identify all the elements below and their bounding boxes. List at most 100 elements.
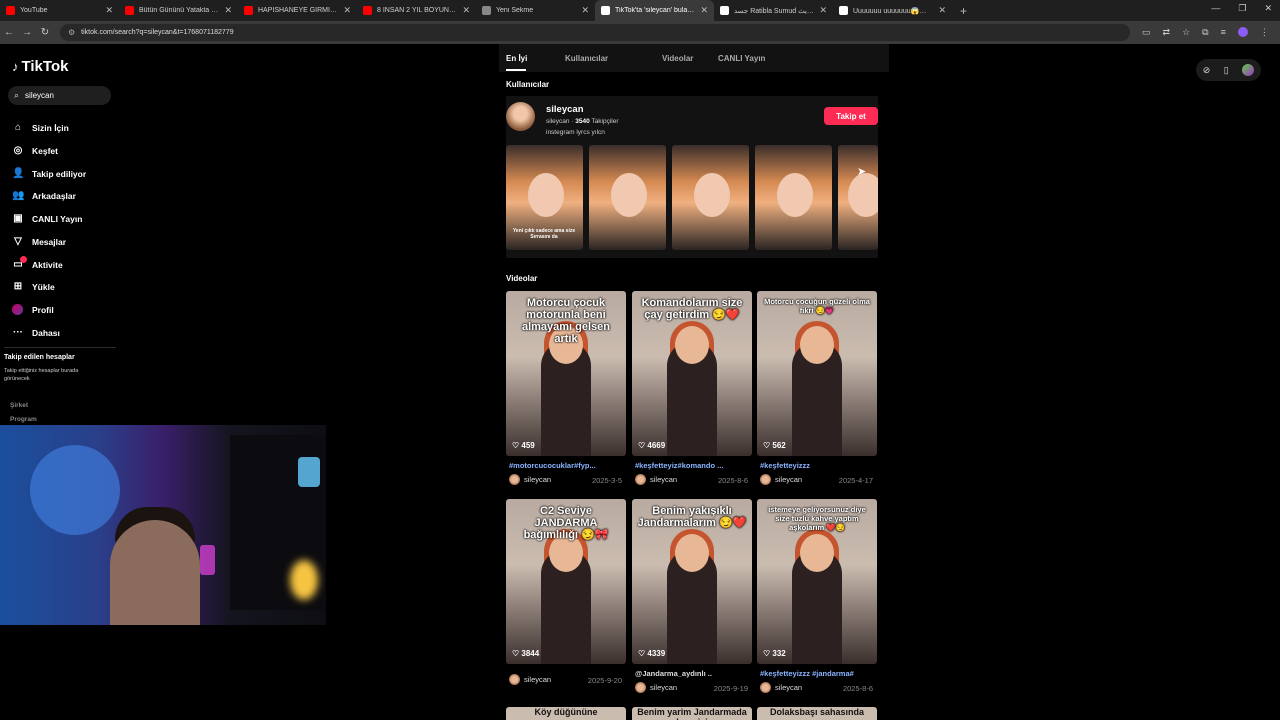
sidebar-item-profile[interactable]: Profil (12, 304, 54, 315)
forward-icon[interactable]: → (18, 27, 36, 38)
user-result-card[interactable]: sileycan sileycan · 3540 Takipçiler inst… (506, 96, 878, 258)
browser-tab[interactable]: YouTube ✕ (0, 0, 119, 21)
video-card[interactable]: Benim yakışıklı Jandarmalarım 😏❤️ ♡ 4339… (632, 499, 752, 693)
follow-button[interactable]: Takip et (824, 107, 878, 125)
video-thumbnail-partial[interactable]: Köy düğününe (506, 707, 626, 720)
followed-accounts-desc: Takip ettiğiniz hesaplar burada görünece… (4, 368, 79, 382)
tab-top[interactable]: En İyi (506, 54, 565, 63)
close-icon[interactable]: ✕ (343, 5, 351, 16)
video-caption: Benim yakışıklı Jandarmalarım 😏❤️ (637, 505, 747, 529)
author-name: sileycan (775, 475, 803, 484)
close-icon[interactable]: ✕ (462, 5, 470, 16)
sidebar-item-friends[interactable]: 👥 Arkadaşlar (12, 190, 76, 201)
sidebar-item-more[interactable]: ··· Dahası (12, 327, 60, 338)
user-name[interactable]: sileycan (546, 104, 584, 115)
minimize-icon[interactable]: — (1211, 3, 1220, 14)
user-handle: sileycan (546, 118, 570, 125)
sidebar-item-messages[interactable]: ▽ Mesajlar (12, 236, 66, 247)
footer-program-link[interactable]: Program (10, 416, 37, 423)
video-description[interactable]: #motorcucocuklar#fyp... (509, 461, 625, 470)
browser-tab[interactable]: Uuuuuuu uuuuuuu😱😭#10#yi... ✕ (833, 0, 952, 21)
close-icon[interactable]: ✕ (819, 5, 827, 16)
sidebar-item-home[interactable]: ⌂ Sizin İçin (12, 122, 69, 133)
video-description[interactable]: #keşfetteyizzz #jandarma# (760, 669, 876, 678)
thumb-caption: Yeni çıktı sadece ama size Sırrasını da (512, 228, 576, 240)
tab-label: Bütün Gününü Yatakta Geçiriy... (139, 7, 221, 14)
extension-avatar[interactable] (1242, 64, 1255, 76)
tab-favicon-icon (244, 6, 253, 15)
video-author[interactable]: sileycan (635, 474, 677, 485)
user-video-thumb[interactable] (672, 145, 749, 250)
video-card[interactable]: istemeye geliyorsunuz diye size tuzlu ka… (757, 499, 877, 693)
home-icon: ⌂ (14, 122, 22, 133)
video-card[interactable]: Motorcu çocuk motorunla beni almayamı ge… (506, 291, 626, 485)
search-input[interactable]: ⌕ sileycan (8, 86, 111, 105)
tab-live[interactable]: CANLI Yayın (718, 54, 798, 63)
video-author[interactable]: sileycan (760, 474, 802, 485)
browser-tab[interactable]: Bütün Gününü Yatakta Geçiriy...✕ (119, 0, 238, 21)
video-thumbnail[interactable]: Benim yakışıklı Jandarmalarım 😏❤️ ♡ 4339 (632, 499, 752, 664)
back-icon[interactable]: ← (0, 27, 18, 38)
video-author[interactable]: sileycan (760, 682, 802, 693)
sidebar-item-compass[interactable]: ◎ Keşfet (12, 145, 58, 156)
close-icon[interactable]: ✕ (700, 5, 708, 16)
tiktok-logo[interactable]: ♪ TikTok (12, 58, 68, 75)
user-video-thumb[interactable] (589, 145, 666, 250)
video-card[interactable]: C2 Seviye JANDARMA bağımlılığı 😏🎀 ♡ 3844… (506, 499, 626, 685)
sidebar-item-upload[interactable]: ⊞ Yükle (12, 281, 55, 292)
url-field[interactable]: ⚙ tiktok.com/search?q=sileycan&t=1768071… (60, 24, 1130, 41)
tab-users[interactable]: Kullanıcılar (565, 54, 662, 63)
video-author[interactable]: sileycan (635, 682, 677, 693)
close-icon[interactable]: ✕ (224, 5, 232, 16)
close-icon[interactable]: ✕ (105, 5, 113, 16)
cast-icon[interactable]: ▭ (1142, 27, 1151, 38)
video-description[interactable]: #keşfetteyiz#komando ... (635, 461, 751, 470)
like-count-value: 4669 (647, 441, 666, 450)
close-icon[interactable]: ✕ (938, 5, 946, 16)
video-description[interactable]: #keşfetteyizzz (760, 461, 876, 470)
author-avatar (635, 682, 646, 693)
video-thumbnail[interactable]: Komandolarım size çay getirdim 😏❤️ ♡ 466… (632, 291, 752, 456)
browser-profile-avatar[interactable] (1237, 27, 1248, 37)
media-icon[interactable]: ≡ (1221, 27, 1226, 38)
tab-label: Uuuuuuu uuuuuuu😱😭#10#yi... (853, 7, 934, 15)
sidebar-item-live[interactable]: ▣ CANLI Yayın (12, 213, 82, 224)
close-icon[interactable]: ✕ (581, 5, 589, 16)
restore-icon[interactable]: ❐ (1238, 3, 1246, 14)
extensions-icon[interactable]: ⧉ (1202, 27, 1208, 38)
sidebar-item-following[interactable]: 👤 Takip ediliyor (12, 168, 86, 179)
video-thumbnail[interactable]: istemeye geliyorsunuz diye size tuzlu ka… (757, 499, 877, 664)
footer-company-link[interactable]: Şirket (10, 402, 28, 409)
browser-tab[interactable]: Yeni Sekme ✕ (476, 0, 595, 21)
device-icon[interactable]: ▯ (1224, 65, 1229, 76)
new-tab-button[interactable]: + (952, 0, 975, 21)
video-thumbnail-partial[interactable]: Benim yarim Jandarmada hangisi (632, 707, 752, 720)
browser-tab[interactable]: جسد Ratibla Sumud جول تحديث✕ (714, 0, 833, 21)
video-card[interactable]: Komandolarım size çay getirdim 😏❤️ ♡ 466… (632, 291, 752, 485)
bookmark-star-icon[interactable]: ☆ (1182, 27, 1190, 38)
user-avatar[interactable] (506, 102, 535, 131)
translate-icon[interactable]: ⇄ (1163, 27, 1171, 38)
site-info-icon[interactable]: ⚙ (68, 28, 75, 37)
browser-tab[interactable]: 8 İNSAN 2 YIL BOYUNCA BİR M...✕ (357, 0, 476, 21)
user-video-thumb[interactable]: Yeni çıktı sadece ama size Sırrasını da (506, 145, 583, 250)
user-video-thumb[interactable] (755, 145, 832, 250)
video-description[interactable]: @Jandarma_aydınlı .. (635, 669, 751, 678)
video-thumbnail[interactable]: Motorcu çocuğun güzeli olma fikri 😏💗 ♡ 5… (757, 291, 877, 456)
tab-videos[interactable]: Videolar (662, 54, 718, 63)
video-card[interactable]: Motorcu çocuğun güzeli olma fikri 😏💗 ♡ 5… (757, 291, 877, 485)
browser-tab[interactable]: TikTok'ta 'sileycan' bulabilirsin... ✕ (595, 0, 714, 21)
user-video-thumb[interactable] (838, 145, 878, 250)
video-thumbnail[interactable]: Motorcu çocuk motorunla beni almayamı ge… (506, 291, 626, 456)
browser-tab[interactable]: HAPİSHANEYE GİRMİŞ HANIM... ✕ (238, 0, 357, 21)
sidebar-item-label: Profil (32, 304, 54, 315)
compass-icon[interactable]: ⊘ (1203, 65, 1211, 76)
video-thumbnail[interactable]: C2 Seviye JANDARMA bağımlılığı 😏🎀 ♡ 3844 (506, 499, 626, 664)
video-author[interactable]: sileycan (509, 674, 551, 685)
menu-icon[interactable]: ⋮ (1260, 27, 1269, 38)
video-thumbnail-partial[interactable]: Dolaksbaşı sahasında (757, 707, 877, 720)
sidebar-item-activity[interactable]: ▭ Aktivite (12, 256, 63, 270)
close-window-icon[interactable]: ✕ (1264, 3, 1272, 14)
video-author[interactable]: sileycan (509, 474, 551, 485)
reload-icon[interactable]: ↻ (36, 27, 54, 38)
